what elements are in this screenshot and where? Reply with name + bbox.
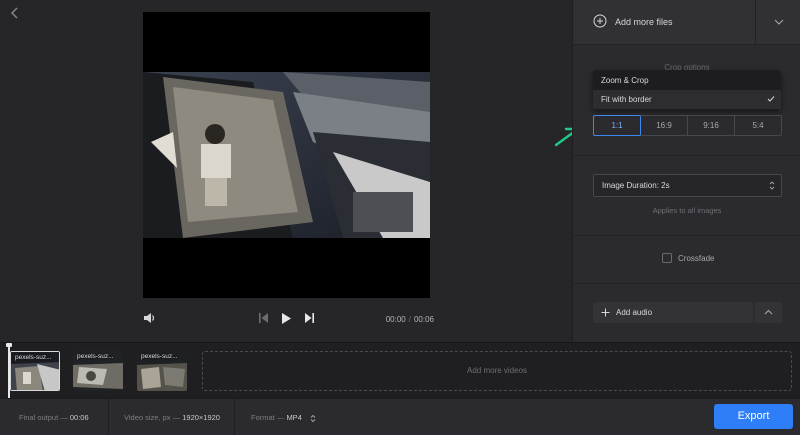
audio-options-toggle[interactable] (755, 302, 782, 323)
skip-back-icon[interactable] (258, 312, 269, 324)
add-files-button[interactable]: Add more files (573, 0, 800, 45)
preview-image (143, 72, 430, 238)
add-more-videos-dropzone[interactable]: Add more videos (202, 351, 792, 391)
timeline-clip[interactable]: pexels-suz... (10, 351, 60, 391)
skip-forward-icon[interactable] (304, 312, 315, 324)
add-files-label: Add more files (615, 17, 673, 27)
final-output-value: 00:06 (69, 413, 89, 422)
crop-option-fit[interactable]: Fit with border (593, 90, 781, 109)
format-info[interactable]: Format — MP4 (251, 413, 316, 423)
video-size-label: Video size, px — (124, 413, 181, 422)
crop-mode-menu: Zoom & Crop Fit with border (593, 70, 781, 110)
footer-bar: Final output — 00:06 Video size, px — 19… (0, 398, 800, 435)
timeline-clip[interactable]: pexels-suz... (137, 351, 187, 391)
ratio-9-16[interactable]: 9:16 (688, 116, 735, 135)
add-audio-button[interactable]: Add audio (593, 302, 753, 323)
time-display: 00:00/00:06 (386, 315, 434, 324)
settings-panel: Add more files Crop options Zoom & Crop … (572, 0, 800, 342)
play-icon[interactable] (281, 312, 292, 325)
format-value: MP4 (286, 413, 302, 422)
footer-separator (234, 399, 235, 435)
chevron-left-icon[interactable] (8, 6, 22, 20)
aspect-ratio-selector: 1:1 16:9 9:16 5:4 (593, 115, 782, 136)
chevron-up-icon (764, 309, 773, 315)
total-duration: 00:06 (413, 315, 434, 324)
check-icon (767, 96, 775, 102)
crop-option-zoom[interactable]: Zoom & Crop (593, 71, 781, 90)
chevron-down-icon (774, 19, 784, 25)
add-audio-label: Add audio (616, 308, 653, 317)
timeline: pexels-suz... pexels-suz... pexels-suz..… (0, 342, 800, 399)
add-files-dropdown[interactable] (755, 0, 800, 45)
ratio-16-9[interactable]: 16:9 (641, 116, 688, 135)
duration-hint: Applies to all images (652, 206, 722, 215)
divider (573, 155, 800, 156)
video-size-info: Video size, px — 1920×1920 (124, 413, 220, 422)
updown-arrows-icon (310, 414, 316, 422)
clip-name: pexels-suz... (77, 353, 114, 360)
crop-option-fit-label: Fit with border (601, 95, 652, 104)
plus-circle-icon (593, 14, 607, 28)
checkbox-box[interactable] (662, 253, 672, 263)
crossfade-label: Crossfade (678, 254, 715, 263)
clip-name: pexels-suz... (141, 353, 178, 360)
export-button[interactable]: Export (714, 404, 793, 429)
timeline-clip[interactable]: pexels-suz... (73, 351, 123, 391)
current-time: 00:00 (385, 315, 406, 324)
volume-icon[interactable] (143, 312, 156, 324)
format-label: Format — (251, 413, 285, 422)
plus-icon (601, 308, 610, 317)
time-separator: / (408, 315, 411, 324)
ratio-5-4[interactable]: 5:4 (735, 116, 781, 135)
video-size-value: 1920×1920 (182, 413, 220, 422)
divider (573, 283, 800, 284)
ratio-1-1[interactable]: 1:1 (593, 115, 641, 136)
updown-arrows-icon (769, 181, 775, 190)
image-duration-select[interactable]: Image Duration: 2s (593, 174, 782, 197)
preview-area: 00:00/00:06 (0, 0, 572, 342)
final-output-info: Final output — 00:06 (19, 413, 89, 422)
video-preview[interactable] (143, 12, 430, 298)
footer-separator (108, 399, 109, 435)
clip-name: pexels-suz... (15, 354, 52, 361)
final-output-label: Final output — (19, 413, 68, 422)
image-duration-value: Image Duration: 2s (602, 181, 670, 190)
player-controls: 00:00/00:06 (140, 308, 434, 332)
divider (573, 235, 800, 236)
playhead[interactable] (6, 343, 12, 399)
